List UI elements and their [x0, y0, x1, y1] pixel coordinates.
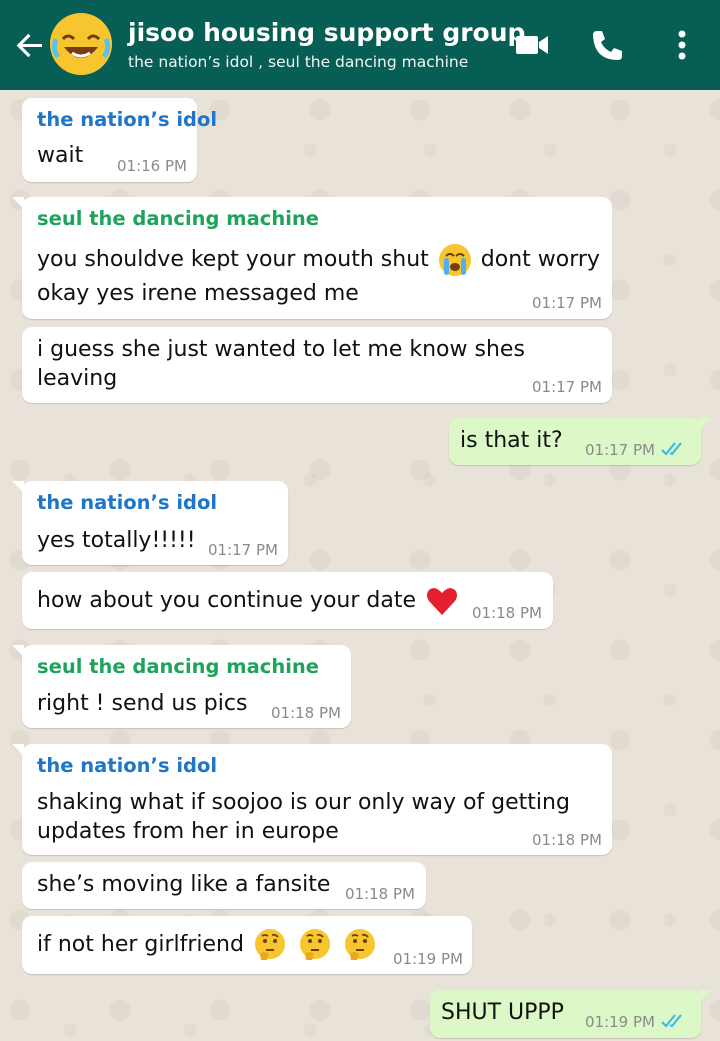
message-text: dont worry — [480, 247, 600, 272]
message-text: yes totally!!!!! — [37, 528, 196, 553]
back-arrow-icon[interactable] — [12, 27, 48, 63]
message-bubble[interactable]: the nation’s idol wait 01:16 PM — [22, 98, 217, 182]
message-time: 01:19 PM — [585, 1013, 655, 1031]
thinking-face-emoji — [343, 928, 377, 962]
read-receipt-icon — [661, 440, 687, 458]
sender-name: seul the dancing machine — [37, 207, 319, 230]
message-bubble[interactable]: seul the dancing machine you shouldve ke… — [12, 197, 612, 319]
message-text: if not her girlfriend — [37, 932, 244, 957]
message-text: leaving — [37, 366, 118, 391]
message-bubble[interactable]: i guess she just wanted to let me know s… — [22, 327, 612, 403]
red-heart-emoji — [425, 584, 459, 618]
message-time: 01:17 PM — [208, 541, 278, 559]
message-text: okay yes irene messaged me — [37, 281, 359, 306]
message-text: shaking what if soojoo is our only way o… — [37, 790, 570, 815]
message-text: how about you continue your date — [37, 588, 416, 613]
thinking-face-emoji — [253, 928, 287, 962]
message-bubble[interactable]: seul the dancing machine right ! send us… — [12, 645, 351, 728]
message-text: right ! send us pics — [37, 691, 248, 716]
message-time: 01:18 PM — [271, 704, 341, 722]
read-receipt-icon — [661, 1012, 687, 1030]
message-time: 01:19 PM — [393, 950, 463, 968]
message-time: 01:17 PM — [585, 441, 655, 459]
loudly-crying-face-emoji — [438, 243, 472, 277]
message-bubble[interactable]: if not her girlfriend 01:19 PM — [22, 916, 472, 974]
message-bubble-outgoing[interactable]: is that it? 01:17 PM — [449, 418, 711, 465]
sender-name: the nation’s idol — [37, 108, 218, 131]
message-text: i guess she just wanted to let me know s… — [37, 337, 525, 362]
group-avatar[interactable] — [50, 13, 112, 75]
message-text: SHUT UPPP — [441, 1000, 564, 1025]
sender-name: seul the dancing machine — [37, 655, 319, 678]
more-options-icon[interactable] — [664, 25, 700, 65]
message-text-line: if not her girlfriend — [37, 928, 379, 962]
message-bubble[interactable]: how about you continue your date 01:18 P… — [22, 572, 553, 629]
chat-header: jisoo housing support group the nation’s… — [0, 0, 720, 90]
message-bubble-outgoing[interactable]: SHUT UPPP 01:19 PM — [430, 990, 711, 1038]
message-text: wait — [37, 143, 84, 168]
message-text-line: you shouldve kept your mouth shut dont w… — [37, 243, 600, 277]
group-participants[interactable]: the nation’s idol , seul the dancing mac… — [128, 53, 468, 71]
message-text: she’s moving like a fansite — [37, 872, 331, 897]
message-text: is that it? — [460, 428, 563, 453]
message-time: 01:16 PM — [117, 157, 187, 175]
message-time: 01:18 PM — [345, 885, 415, 903]
message-bubble[interactable]: the nation’s idol shaking what if soojoo… — [12, 744, 612, 855]
message-text-line: how about you continue your date — [37, 584, 461, 618]
message-time: 01:18 PM — [532, 831, 602, 849]
message-text: updates from her in europe — [37, 819, 339, 844]
message-bubble[interactable]: the nation’s idol yes totally!!!!! 01:17… — [12, 481, 288, 565]
message-time: 01:17 PM — [532, 294, 602, 312]
message-time: 01:17 PM — [532, 378, 602, 396]
phone-icon[interactable] — [586, 25, 626, 65]
video-call-icon[interactable] — [512, 25, 552, 65]
message-bubble[interactable]: she’s moving like a fansite 01:18 PM — [22, 862, 426, 909]
message-text: you shouldve kept your mouth shut — [37, 247, 429, 272]
thinking-face-emoji — [298, 928, 332, 962]
sender-name: the nation’s idol — [37, 754, 218, 777]
sender-name: the nation’s idol — [37, 491, 218, 514]
message-time: 01:18 PM — [472, 604, 542, 622]
group-title[interactable]: jisoo housing support group — [128, 18, 525, 47]
